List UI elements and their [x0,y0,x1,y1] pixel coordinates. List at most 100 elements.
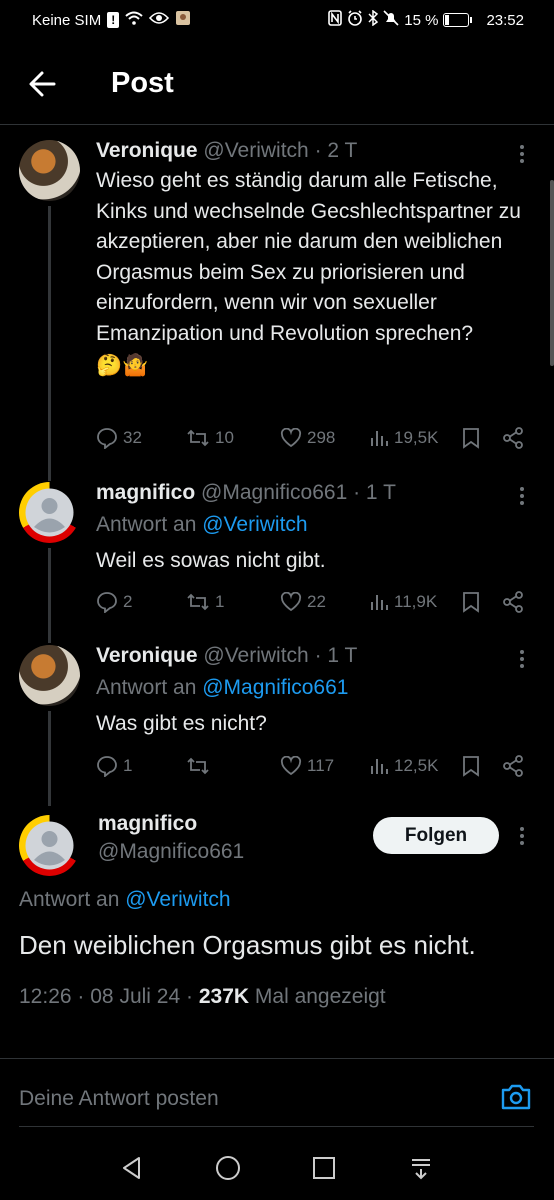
share-button[interactable] [502,588,524,616]
more-vertical-icon [520,827,524,845]
like-button[interactable]: 117 [280,752,334,780]
thread-line [48,206,51,481]
reply-context: Antwort an @Veriwitch [96,512,530,538]
reply-icon [97,592,117,613]
reply-to-label: Antwort an [96,676,197,699]
follow-button[interactable]: Folgen [373,817,499,854]
reply-to-link[interactable]: @Veriwitch [202,513,307,536]
default-profile-icon [25,821,74,870]
sim-alert-icon: ! [107,12,120,28]
more-options-button[interactable] [512,484,532,508]
share-icon [503,591,523,613]
default-profile-icon [25,488,74,537]
eye-icon [149,11,170,29]
repost-count: 1 [215,592,225,611]
heart-icon [280,428,302,448]
nav-notifications-button[interactable] [407,1154,435,1182]
repost-icon [187,593,209,611]
mute-bell-icon [383,10,399,30]
view-count: 11,9K [394,592,438,611]
reply-button[interactable]: 2 [96,588,132,616]
page-title: Post [111,67,174,99]
reply-to-link[interactable]: @Magnifico661 [202,676,348,699]
repost-icon [187,757,209,775]
share-icon [503,427,523,449]
alarm-icon [347,10,363,30]
battery-icon [443,13,473,27]
bookmark-button[interactable] [462,424,480,452]
author-handle[interactable]: @Veriwitch [203,139,308,162]
tweet-text: Wieso geht es ständig darum alle Fetisch… [96,169,521,345]
avatar[interactable] [19,140,80,201]
reply-button[interactable]: 32 [96,424,142,452]
author-name[interactable]: Veronique [96,644,198,667]
more-options-button[interactable] [512,142,532,166]
main-post-more-button[interactable] [512,824,532,848]
header-divider [0,124,554,125]
thread-line [48,711,51,806]
repost-button[interactable] [186,752,215,780]
more-options-button[interactable] [512,647,532,671]
bookmark-button[interactable] [462,588,480,616]
bookmark-icon [463,592,479,613]
like-button[interactable]: 298 [280,424,335,452]
reply-button[interactable]: 1 [96,752,132,780]
reply-to-label: Antwort an [96,513,197,536]
like-button[interactable]: 22 [280,588,326,616]
post-date: 08 Juli 24 [90,985,181,1008]
nav-home-button[interactable] [214,1154,242,1182]
author-handle[interactable]: @Magnifico661 [201,481,347,504]
main-post-author-handle[interactable]: @Magnifico661 [98,840,244,864]
views-chart-icon [371,759,388,774]
avatar[interactable] [19,645,80,706]
camera-button[interactable] [500,1083,532,1116]
like-count: 298 [307,428,336,447]
author-name[interactable]: Veronique [96,139,198,162]
heart-icon [280,592,302,612]
main-post-reply-context: Antwort an @Veriwitch [19,888,231,912]
status-bar: Keine SIM ! 15 % 23:52 [0,0,554,40]
share-icon [503,755,523,777]
views-chart-icon [371,431,388,446]
clock: 23:52 [486,11,524,29]
main-post-avatar[interactable] [19,815,80,876]
views-button[interactable]: 11,9K [369,588,437,616]
square-recents-icon [313,1157,335,1179]
reply-count: 32 [123,428,142,447]
back-button[interactable] [24,64,64,104]
author-handle[interactable]: @Veriwitch [203,644,308,667]
bookmark-button[interactable] [462,752,480,780]
repost-button[interactable]: 10 [186,424,234,452]
bookmark-icon [463,756,479,777]
camera-icon [501,1084,531,1110]
nav-back-button[interactable] [118,1154,146,1182]
app-notification-icon [175,10,191,30]
views-count[interactable]: 237K [199,985,249,1008]
nav-recents-button[interactable] [310,1154,338,1182]
views-button[interactable]: 12,5K [369,752,438,780]
main-post-text: Den weiblichen Orgasmus gibt es nicht. [19,930,476,960]
circle-home-icon [216,1156,240,1180]
repost-button[interactable]: 1 [186,588,224,616]
like-count: 117 [307,756,335,775]
scrollbar[interactable] [550,180,554,366]
share-button[interactable] [502,752,524,780]
main-post-author-name[interactable]: magnifico [98,812,197,836]
reply-icon [97,428,117,449]
reply-count: 1 [123,756,133,775]
view-count: 12,5K [394,756,439,775]
reply-to-link[interactable]: @Veriwitch [125,888,230,911]
tweet-text: Was gibt es nicht? [96,712,267,735]
post-age: · 1 T [353,481,396,504]
reply-input[interactable]: Deine Antwort posten [19,1087,219,1111]
reply-composer: Deine Antwort posten [0,1058,554,1128]
pull-down-icon [412,1159,430,1180]
main-post-meta: 12:26 · 08 Juli 24 · 237K Mal angezeigt [19,985,386,1008]
carrier-label: Keine SIM [32,11,102,29]
avatar[interactable] [19,482,80,543]
author-name[interactable]: magnifico [96,481,195,504]
share-button[interactable] [502,424,524,452]
wifi-icon [125,11,143,29]
battery-percent: 15 % [404,11,439,29]
views-button[interactable]: 19,5K [369,424,438,452]
